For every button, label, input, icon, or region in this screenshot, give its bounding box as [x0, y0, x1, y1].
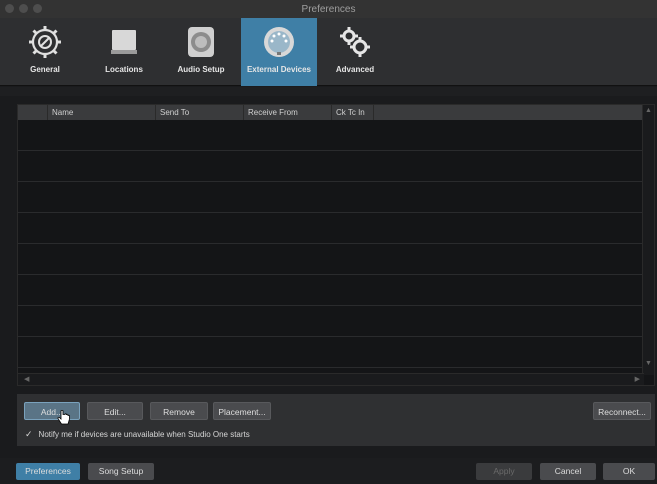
window-title: Preferences [301, 3, 356, 15]
tab-external-devices[interactable]: External Devices [241, 18, 317, 86]
edit-device-button[interactable]: Edit... [87, 402, 143, 420]
vertical-scrollbar[interactable]: ▲ ▼ [642, 105, 654, 375]
title-bar: Preferences [0, 0, 657, 18]
tab-locations-label: Locations [105, 65, 143, 74]
song-setup-tab-button[interactable]: Song Setup [88, 463, 154, 480]
scroll-left-arrow-icon[interactable]: ◀ [24, 375, 29, 383]
zoom-window-button[interactable] [33, 4, 42, 13]
table-header: Name Send To Receive From Ck Tc In [18, 105, 644, 120]
notify-unavailable-checkbox[interactable]: ✓ Notify me if devices are unavailable w… [25, 429, 250, 440]
speaker-icon [184, 25, 218, 59]
checkmark-icon[interactable]: ✓ [25, 429, 33, 440]
apply-button[interactable]: Apply [476, 463, 532, 480]
horizontal-scrollbar[interactable]: ◀ ▶ [18, 373, 644, 385]
table-row[interactable] [18, 306, 644, 337]
preferences-toolbar: General Locations Audio Setup External D… [0, 18, 657, 86]
reconnect-button[interactable]: Reconnect... [593, 402, 651, 420]
placement-button[interactable]: Placement... [213, 402, 271, 420]
tab-external-devices-label: External Devices [246, 65, 312, 74]
table-row[interactable] [18, 151, 644, 182]
remove-device-button[interactable]: Remove [150, 402, 208, 420]
gear-circle-icon [28, 25, 62, 59]
tab-advanced-label: Advanced [335, 65, 375, 74]
device-actions-panel: Add... Edit... Remove Placement... Recon… [17, 394, 655, 446]
tab-audio-setup-label: Audio Setup [177, 65, 225, 74]
scroll-up-arrow-icon[interactable]: ▲ [645, 107, 652, 114]
scroll-right-arrow-icon[interactable]: ▶ [635, 375, 640, 383]
tab-general-label: General [30, 65, 60, 74]
scroll-down-arrow-icon[interactable]: ▼ [645, 360, 652, 367]
ok-button[interactable]: OK [603, 463, 655, 480]
table-row[interactable] [18, 275, 644, 306]
preferences-tab-button[interactable]: Preferences [16, 463, 80, 480]
column-header-filler [374, 105, 644, 120]
column-header-ck-tc-in[interactable]: Ck Tc In [332, 105, 374, 120]
table-row[interactable] [18, 244, 644, 275]
column-header-name[interactable]: Name [48, 105, 156, 120]
table-row[interactable] [18, 182, 644, 213]
footer-bar: Preferences Song Setup Apply Cancel OK [0, 458, 657, 484]
add-device-button[interactable]: Add... [24, 402, 80, 420]
window-controls [5, 4, 42, 13]
toolbar-divider [0, 87, 657, 96]
tab-audio-setup[interactable]: Audio Setup [165, 18, 237, 86]
close-window-button[interactable] [5, 4, 14, 13]
cancel-button[interactable]: Cancel [540, 463, 596, 480]
gears-icon [338, 25, 372, 59]
table-row[interactable] [18, 120, 644, 151]
tab-locations[interactable]: Locations [88, 18, 160, 86]
notify-unavailable-label: Notify me if devices are unavailable whe… [38, 430, 250, 439]
tab-general[interactable]: General [12, 18, 78, 86]
hand-pointer-icon [57, 409, 71, 428]
column-header-receive-from[interactable]: Receive From [244, 105, 332, 120]
midi-connector-icon [262, 25, 296, 59]
external-devices-table[interactable]: Name Send To Receive From Ck Tc In ▲ ▼ ◀… [17, 104, 655, 386]
table-row[interactable] [18, 213, 644, 244]
table-body [18, 120, 644, 368]
column-header-blank[interactable] [18, 105, 48, 120]
column-header-send-to[interactable]: Send To [156, 105, 244, 120]
tab-advanced[interactable]: Advanced [322, 18, 388, 86]
drive-icon [107, 25, 141, 59]
table-row[interactable] [18, 337, 644, 368]
minimize-window-button[interactable] [19, 4, 28, 13]
